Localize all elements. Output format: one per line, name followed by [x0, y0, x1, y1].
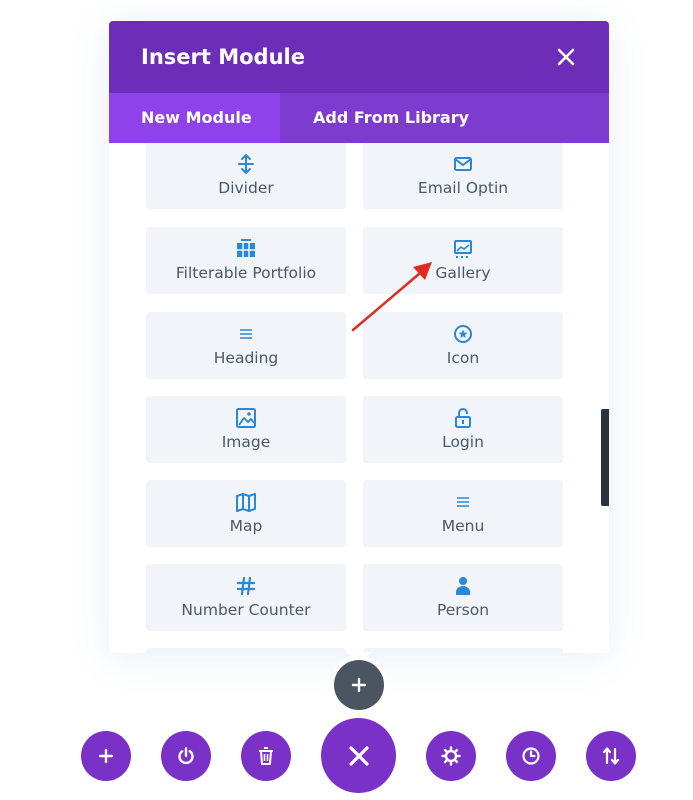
- gallery-icon: [451, 239, 475, 259]
- menu-icon: [451, 492, 475, 512]
- insert-module-modal: Insert Module New Module Add From Librar…: [109, 21, 609, 653]
- module-label: Heading: [213, 349, 279, 367]
- module-menu[interactable]: Menu: [363, 480, 563, 547]
- unlock-icon: [451, 408, 475, 428]
- close-icon: [348, 745, 369, 766]
- module-divider[interactable]: Divider: [146, 143, 346, 209]
- sort-button[interactable]: [586, 731, 636, 781]
- plus-icon: [351, 677, 367, 693]
- module-label: Icon: [446, 349, 480, 367]
- close-icon: [557, 48, 575, 66]
- module-label: Number Counter: [181, 601, 311, 619]
- module-number-counter[interactable]: Number Counter: [146, 564, 346, 631]
- trash-icon: [259, 747, 273, 765]
- module-label: Person: [436, 601, 490, 619]
- add-module-button[interactable]: [334, 660, 384, 710]
- person-icon: [451, 576, 475, 596]
- tab-label: New Module: [141, 108, 252, 127]
- module-partial[interactable]: [146, 648, 346, 653]
- module-label: Menu: [441, 517, 485, 535]
- image-icon: [234, 408, 258, 428]
- module-grid: Divider Email Optin Filterable Portfolio: [109, 143, 609, 653]
- tab-label: Add From Library: [313, 108, 470, 127]
- module-email-optin[interactable]: Email Optin: [363, 143, 563, 209]
- gear-icon: [441, 746, 461, 766]
- modal-tabs: New Module Add From Library: [109, 93, 609, 143]
- hash-icon: [234, 576, 258, 596]
- power-icon: [178, 747, 194, 765]
- scrollbar-thumb[interactable]: [601, 409, 609, 506]
- tab-add-from-library[interactable]: Add From Library: [313, 93, 469, 143]
- history-icon: [522, 747, 540, 765]
- annotation-arrow: [351, 262, 432, 332]
- delete-button[interactable]: [241, 731, 291, 781]
- map-icon: [234, 492, 258, 512]
- settings-button[interactable]: [426, 731, 476, 781]
- sort-arrows-icon: [602, 747, 620, 765]
- heading-lines-icon: [234, 324, 258, 344]
- add-icon: [98, 748, 114, 764]
- modal-header: Insert Module: [109, 21, 609, 93]
- module-filterable-portfolio[interactable]: Filterable Portfolio: [146, 227, 346, 294]
- module-login[interactable]: Login: [363, 396, 563, 463]
- module-label: Map: [229, 517, 263, 535]
- close-button[interactable]: [551, 42, 581, 72]
- module-label: Filterable Portfolio: [175, 264, 317, 282]
- add-button[interactable]: [81, 731, 131, 781]
- module-map[interactable]: Map: [146, 480, 346, 547]
- module-image[interactable]: Image: [146, 396, 346, 463]
- star-circle-icon: [451, 324, 475, 344]
- portfolio-grid-icon: [234, 239, 258, 259]
- email-icon: [451, 154, 475, 174]
- module-label: Divider: [218, 179, 274, 197]
- module-label: Login: [442, 433, 484, 451]
- power-button[interactable]: [161, 731, 211, 781]
- module-person[interactable]: Person: [363, 564, 563, 631]
- module-label: Email Optin: [417, 179, 509, 197]
- module-label: Image: [221, 433, 271, 451]
- modal-title: Insert Module: [141, 45, 305, 69]
- module-heading[interactable]: Heading: [146, 312, 346, 379]
- close-builder-button[interactable]: [321, 718, 396, 793]
- history-button[interactable]: [506, 731, 556, 781]
- divider-icon: [234, 154, 258, 174]
- tab-new-module[interactable]: New Module: [109, 93, 280, 143]
- module-partial[interactable]: [363, 648, 563, 653]
